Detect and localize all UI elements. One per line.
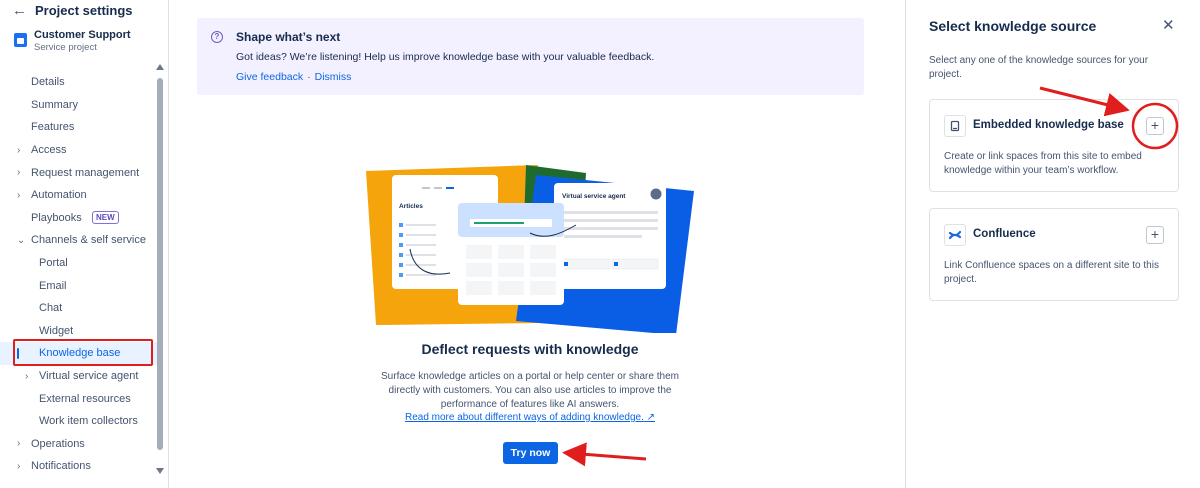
add-embedded-kb-button[interactable]: + — [1146, 117, 1164, 135]
new-badge: NEW — [92, 211, 119, 225]
scroll-up-arrow-icon[interactable] — [156, 64, 164, 70]
banner-text: Got ideas? We’re listening! Help us impr… — [236, 51, 655, 63]
read-more-link[interactable]: Read more about different ways of adding… — [170, 412, 890, 423]
chevron-right-icon[interactable]: › — [17, 145, 20, 156]
sidebar-scrollbar[interactable] — [156, 64, 164, 474]
sidebar-item-label: Notifications — [31, 460, 91, 473]
sidebar-item-chat[interactable]: Chat — [0, 297, 160, 320]
sidebar-item-label: Portal — [39, 257, 68, 270]
card-title: Embedded knowledge base — [973, 119, 1124, 131]
sidebar-item-label: Access — [31, 144, 67, 157]
panel-title: Select knowledge source — [929, 18, 1097, 34]
sidebar-item-label: Channels & self service — [31, 234, 146, 247]
chevron-right-icon[interactable]: › — [17, 190, 20, 201]
main-description: Surface knowledge articles on a portal o… — [381, 371, 679, 410]
card-description: Link Confluence spaces on a different si… — [944, 260, 1159, 285]
sidebar-item-label: Automation — [31, 189, 87, 202]
chevron-right-icon[interactable]: › — [17, 167, 20, 178]
banner-separator: · — [307, 71, 311, 83]
sidebar-item-external-resources[interactable]: External resources — [0, 387, 160, 410]
sidebar-item-features[interactable]: Features — [0, 116, 160, 139]
sidebar-item-access[interactable]: › Access — [0, 139, 160, 162]
chevron-right-icon[interactable]: › — [25, 371, 28, 382]
chevron-right-icon[interactable]: › — [17, 461, 20, 472]
try-now-button[interactable]: Try now — [503, 442, 558, 464]
main-heading: Deflect requests with knowledge — [421, 341, 639, 357]
banner-actions: Give feedback · Dismiss — [236, 71, 351, 83]
sidebar-item-label: Playbooks — [31, 211, 82, 224]
sidebar-item-label: Email — [39, 279, 67, 292]
banner-title: Shape what’s next — [236, 30, 341, 44]
articles-card-title: Articles — [399, 203, 423, 210]
card-title: Confluence — [973, 228, 1036, 240]
sidebar-header: ← Project settings — [12, 2, 133, 18]
sidebar-item-label: Operations — [31, 437, 85, 450]
sidebar-item-label: Features — [31, 121, 75, 134]
sidebar-item-notifications[interactable]: › Notifications — [0, 455, 160, 478]
sidebar-item-label: Details — [31, 76, 65, 89]
sidebar-item-label: Request management — [31, 166, 140, 179]
sidebar-item-label: Virtual service agent — [39, 370, 139, 383]
knowledge-illustration: Virtual service agent Articles — [366, 165, 694, 333]
sidebar-item-label: Chat — [39, 302, 63, 315]
question-circle-icon: ? — [211, 31, 223, 43]
sidebar-item-playbooks[interactable]: Playbooks NEW — [0, 207, 160, 230]
book-icon — [944, 115, 966, 137]
confluence-icon — [944, 224, 966, 246]
knowledge-source-panel: Select knowledge source ✕ Select any one… — [905, 0, 1200, 488]
feedback-banner: ? Shape what’s next Got ideas? We’re lis… — [197, 18, 864, 95]
sidebar-item-summary[interactable]: Summary — [0, 94, 160, 117]
highlight-box-knowledge-base — [13, 339, 153, 366]
project-info: Customer Support Service project — [14, 29, 131, 53]
sidebar-item-label: Summary — [31, 98, 79, 111]
close-icon[interactable]: ✕ — [1162, 16, 1175, 34]
embedded-knowledge-base-card[interactable]: Embedded knowledge base + Create or link… — [929, 99, 1179, 192]
sidebar-item-portal[interactable]: Portal — [0, 252, 160, 275]
sidebar-item-channels-self-service[interactable]: ⌄ Channels & self service — [0, 229, 160, 252]
chevron-right-icon[interactable]: › — [17, 438, 20, 449]
sidebar-item-label: Work item collectors — [39, 415, 138, 428]
sidebar-item-operations[interactable]: › Operations — [0, 433, 160, 456]
sidebar-item-request-management[interactable]: › Request management — [0, 161, 160, 184]
agent-card-title: Virtual service agent — [562, 193, 626, 200]
chevron-down-icon[interactable]: ⌄ — [17, 235, 25, 246]
add-confluence-button[interactable]: + — [1146, 226, 1164, 244]
read-more-text[interactable]: Read more about different ways of adding… — [405, 412, 644, 423]
project-type: Service project — [34, 42, 97, 53]
sidebar-item-email[interactable]: Email — [0, 274, 160, 297]
dismiss-link[interactable]: Dismiss — [315, 71, 352, 83]
sidebar-item-automation[interactable]: › Automation — [0, 184, 160, 207]
sidebar-nav: Details Summary Features › Access › Request ma… — [0, 71, 160, 478]
give-feedback-link[interactable]: Give feedback — [236, 71, 303, 83]
confluence-card[interactable]: Confluence + Link Confluence spaces on a… — [929, 208, 1179, 301]
sidebar-item-work-item-collectors[interactable]: Work item collectors — [0, 410, 160, 433]
sidebar-item-virtual-service-agent[interactable]: › Virtual service agent — [0, 365, 160, 388]
scroll-thumb[interactable] — [157, 78, 163, 450]
card-description: Create or link spaces from this site to … — [944, 151, 1142, 176]
external-link-icon: ↗ — [646, 412, 656, 423]
agent-avatar — [650, 188, 662, 200]
sidebar-title: Project settings — [35, 2, 133, 18]
sidebar-item-label: External resources — [39, 392, 131, 405]
scroll-down-arrow-icon[interactable] — [156, 468, 164, 474]
back-arrow-icon[interactable]: ← — [12, 3, 27, 18]
project-avatar — [14, 33, 27, 47]
sidebar-item-label: Widget — [39, 324, 74, 337]
panel-description: Select any one of the knowledge sources … — [929, 55, 1149, 80]
project-name: Customer Support — [34, 29, 131, 41]
settings-sidebar: ← Project settings Customer Support Serv… — [0, 0, 169, 488]
sidebar-item-details[interactable]: Details — [0, 71, 160, 94]
main-content: ? Shape what’s next Got ideas? We’re lis… — [170, 0, 905, 488]
